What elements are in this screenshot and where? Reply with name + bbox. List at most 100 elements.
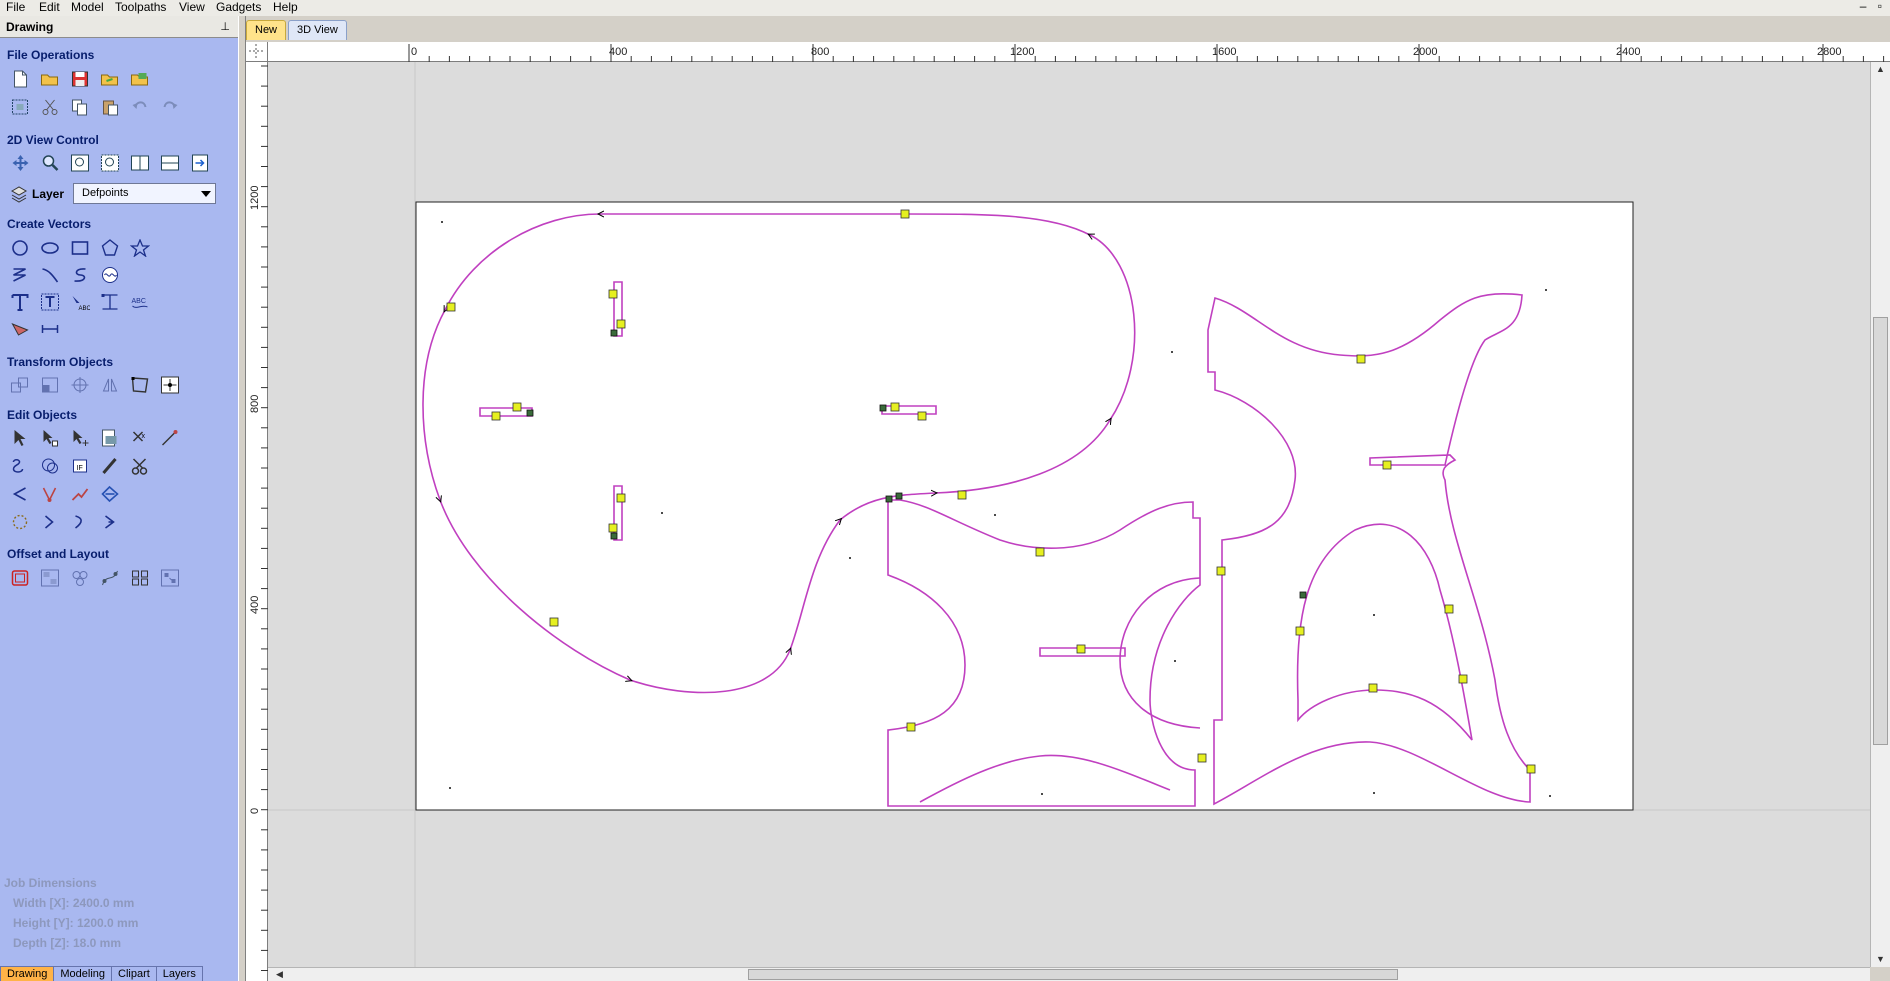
paste-button[interactable] <box>98 96 122 118</box>
close-path-button[interactable] <box>8 511 32 533</box>
fillet-button[interactable] <box>98 455 122 477</box>
tab-marker[interactable] <box>900 209 910 219</box>
tab-marker[interactable] <box>616 493 626 503</box>
scroll-left-icon[interactable]: ◀ <box>276 969 283 980</box>
tab-marker[interactable] <box>1197 753 1207 763</box>
zoom-to-fit-button[interactable] <box>98 152 122 174</box>
tab-layers[interactable]: Layers <box>155 966 203 981</box>
window-controls[interactable]: – ▫ <box>1860 0 1886 12</box>
cut-button[interactable] <box>38 96 62 118</box>
smooth-button[interactable] <box>8 483 32 505</box>
subtract-button[interactable] <box>38 455 62 477</box>
next-node-button[interactable] <box>68 511 92 533</box>
tab-marker[interactable] <box>616 319 626 329</box>
mirror-button[interactable] <box>98 374 122 396</box>
tab-marker[interactable] <box>906 722 916 732</box>
join-button[interactable] <box>68 483 92 505</box>
tab-marker[interactable] <box>957 490 967 500</box>
extend-button[interactable] <box>158 427 182 449</box>
tab-drawing[interactable]: Drawing <box>0 966 55 981</box>
menu-gadgets[interactable]: Gadgets <box>214 0 263 16</box>
polyline-button[interactable] <box>8 264 32 286</box>
tab-marker[interactable] <box>608 289 618 299</box>
tab-marker[interactable] <box>491 411 501 421</box>
tab-marker[interactable] <box>917 411 927 421</box>
scissors-button[interactable] <box>128 455 152 477</box>
tab-marker[interactable] <box>1458 674 1468 684</box>
menu-view[interactable]: View <box>177 0 207 16</box>
dimension-button[interactable] <box>8 318 32 340</box>
tab-marker[interactable] <box>512 402 522 412</box>
tab-clipart[interactable]: Clipart <box>111 966 157 981</box>
vertical-scrollbar[interactable]: ▲ ▼ <box>1870 62 1890 967</box>
start-node[interactable] <box>879 404 887 412</box>
open-path-button[interactable] <box>38 511 62 533</box>
tab-marker[interactable] <box>1295 626 1305 636</box>
redo-button[interactable] <box>158 96 182 118</box>
align-button[interactable] <box>158 374 182 396</box>
tab-marker[interactable] <box>1382 460 1392 470</box>
ellipse-button[interactable] <box>38 237 62 259</box>
vertical-scroll-thumb[interactable] <box>1873 317 1888 745</box>
menu-model[interactable]: Model <box>69 0 106 16</box>
polygon-button[interactable] <box>98 237 122 259</box>
weld-button[interactable] <box>8 455 32 477</box>
circle-button[interactable] <box>8 237 32 259</box>
text-button[interactable] <box>8 291 32 313</box>
menu-edit[interactable]: Edit <box>37 0 62 16</box>
open-file-button[interactable] <box>38 68 62 90</box>
arc-button[interactable] <box>38 264 62 286</box>
start-node[interactable] <box>1299 591 1307 599</box>
spell-button[interactable]: ABC <box>128 291 152 313</box>
panel-splitter[interactable] <box>238 16 246 981</box>
horizontal-scrollbar[interactable]: ◀ <box>268 967 1870 981</box>
menu-toolpaths[interactable]: Toolpaths <box>113 0 168 16</box>
ruler-corner[interactable] <box>246 42 268 62</box>
close-vector-button[interactable] <box>98 483 122 505</box>
save-file-button[interactable] <box>68 68 92 90</box>
text-box-button[interactable] <box>38 291 62 313</box>
grid-array-button[interactable] <box>128 567 152 589</box>
tab-marker[interactable] <box>1216 566 1226 576</box>
import-bitmap-button[interactable] <box>128 68 152 90</box>
view-horizontal-button[interactable] <box>158 152 182 174</box>
distort-button[interactable] <box>128 374 152 396</box>
copy-button[interactable] <box>68 96 92 118</box>
tab-marker[interactable] <box>1035 547 1045 557</box>
drawing-view[interactable] <box>268 62 1870 967</box>
tab-marker[interactable] <box>608 523 618 533</box>
zoom-extents-button[interactable] <box>68 152 92 174</box>
start-node[interactable] <box>895 492 903 500</box>
horizontal-scroll-thumb[interactable] <box>748 969 1398 980</box>
curve-button[interactable] <box>68 264 92 286</box>
nest-button[interactable] <box>38 567 62 589</box>
bend-text-button[interactable] <box>98 291 122 313</box>
layer-dropdown[interactable]: Defpoints <box>73 183 216 204</box>
start-node[interactable] <box>610 329 618 337</box>
auto-layout-button[interactable] <box>158 567 182 589</box>
tab-marker[interactable] <box>1526 764 1536 774</box>
menu-file[interactable]: File <box>4 0 27 16</box>
tab-marker[interactable] <box>1368 683 1378 693</box>
tab-marker[interactable] <box>1356 354 1366 364</box>
tab-marker[interactable] <box>1444 604 1454 614</box>
tab-marker[interactable] <box>446 302 456 312</box>
select-all-button[interactable] <box>8 96 32 118</box>
spiral-button[interactable] <box>98 264 122 286</box>
pin-icon[interactable]: ⊥ <box>220 20 230 33</box>
view-split-button[interactable] <box>128 152 152 174</box>
tab-marker[interactable] <box>890 402 900 412</box>
measure-button[interactable] <box>38 318 62 340</box>
menu-help[interactable]: Help <box>271 0 300 16</box>
interactive-button[interactable] <box>98 427 122 449</box>
zoom-button[interactable] <box>38 152 62 174</box>
undo-button[interactable] <box>128 96 152 118</box>
select-button[interactable] <box>8 427 32 449</box>
offset-button[interactable] <box>8 567 32 589</box>
import-vectors-button[interactable] <box>98 68 122 90</box>
star-button[interactable] <box>128 237 152 259</box>
scale-button[interactable] <box>38 374 62 396</box>
trim-button[interactable]: x <box>128 427 152 449</box>
tab-marker[interactable] <box>1076 644 1086 654</box>
pan-button[interactable] <box>8 152 32 174</box>
